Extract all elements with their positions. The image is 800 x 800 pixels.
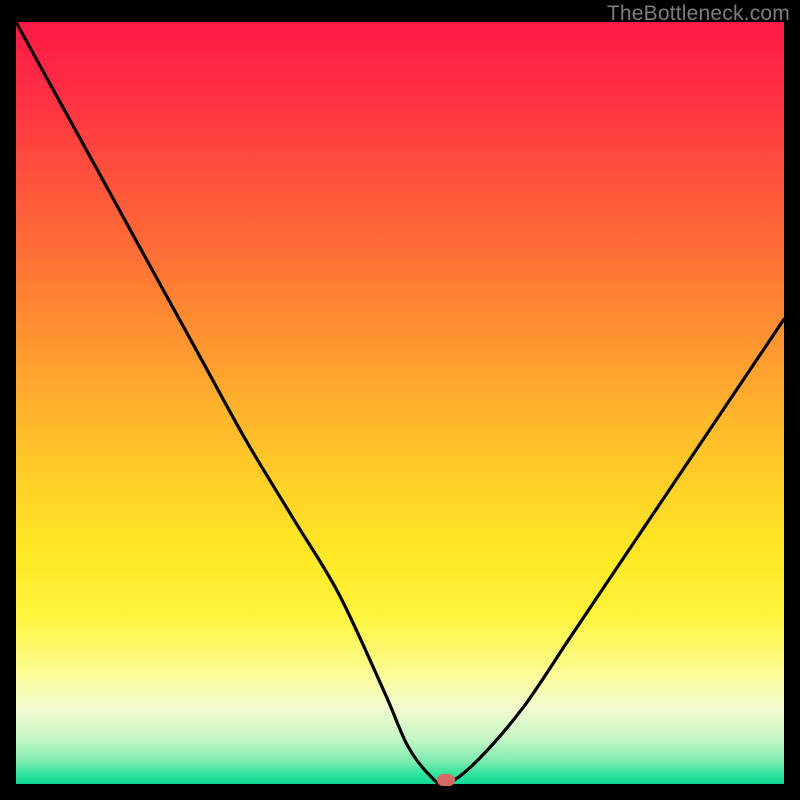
plot-area	[16, 22, 784, 784]
chart-frame: TheBottleneck.com	[0, 0, 800, 800]
curve-svg	[16, 22, 784, 784]
minimum-marker	[437, 774, 455, 786]
bottleneck-curve	[16, 22, 784, 785]
